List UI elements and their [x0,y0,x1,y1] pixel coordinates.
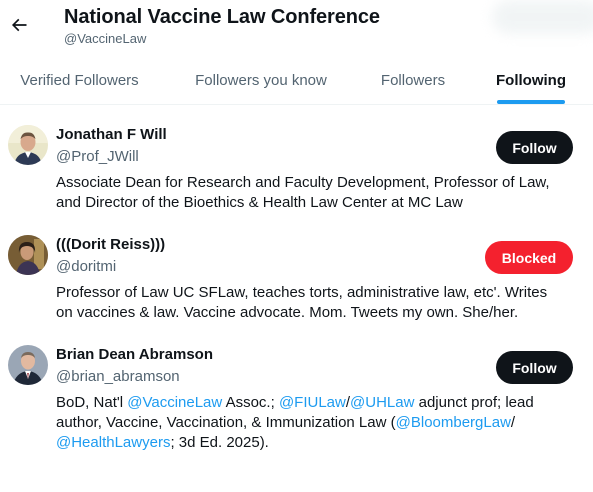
profile-header: National Vaccine Law Conference @Vaccine… [0,0,593,56]
avatar[interactable] [8,125,48,165]
user-bio: Professor of Law UC SFLaw, teaches torts… [56,284,548,321]
avatar[interactable] [8,235,48,275]
user-bio: Associate Dean for Research and Faculty … [56,174,550,211]
user-handle[interactable]: @Prof_JWill [56,148,139,165]
follow-button[interactable]: Follow [496,351,573,384]
search-bar[interactable] [492,0,593,34]
user-handle[interactable]: @brian_abramson [56,368,180,385]
user-name[interactable]: (((Dorit Reiss))) [56,236,165,253]
tab-followers-you-know[interactable]: Followers you know [177,56,345,105]
bio-text: BoD, Nat'l [56,394,128,411]
bio-text: Assoc.; [222,394,279,411]
active-tab-indicator [497,100,565,104]
tab-verified-followers[interactable]: Verified Followers [8,56,151,105]
user-name[interactable]: Jonathan F Will [56,126,167,143]
mention-link[interactable]: @VaccineLaw [127,394,222,411]
mention-link[interactable]: @FIULaw [279,394,346,411]
user-cell[interactable]: Brian Dean Abramson @brian_abramson Foll… [0,345,593,455]
tab-followers[interactable]: Followers [366,56,460,105]
blocked-button[interactable]: Blocked [485,241,573,274]
back-arrow-icon [11,18,27,32]
follow-button[interactable]: Follow [496,131,573,164]
page-title: National Vaccine Law Conference [64,6,380,28]
back-button[interactable] [4,8,34,42]
user-cell[interactable]: Jonathan F Will @Prof_JWill Follow Assoc… [0,125,593,215]
avatar[interactable] [8,345,48,385]
user-handle[interactable]: @doritmi [56,258,116,275]
user-bio: BoD, Nat'l @VaccineLaw Assoc.; @FIULaw/@… [56,393,566,453]
mention-link[interactable]: @UHLaw [350,394,414,411]
mention-link[interactable]: @HealthLawyers [56,434,170,451]
follow-tabs: Verified Followers Followers you know Fo… [0,56,593,105]
user-name[interactable]: Brian Dean Abramson [56,346,213,363]
mention-link[interactable]: @BloombergLaw [396,414,511,431]
bio-text: / [510,414,516,431]
user-cell[interactable]: (((Dorit Reiss))) @doritmi Blocked Profe… [0,235,593,325]
account-handle: @VaccineLaw [64,31,147,46]
tab-following[interactable]: Following [486,56,576,105]
bio-text: ; 3d Ed. 2025). [170,434,269,451]
